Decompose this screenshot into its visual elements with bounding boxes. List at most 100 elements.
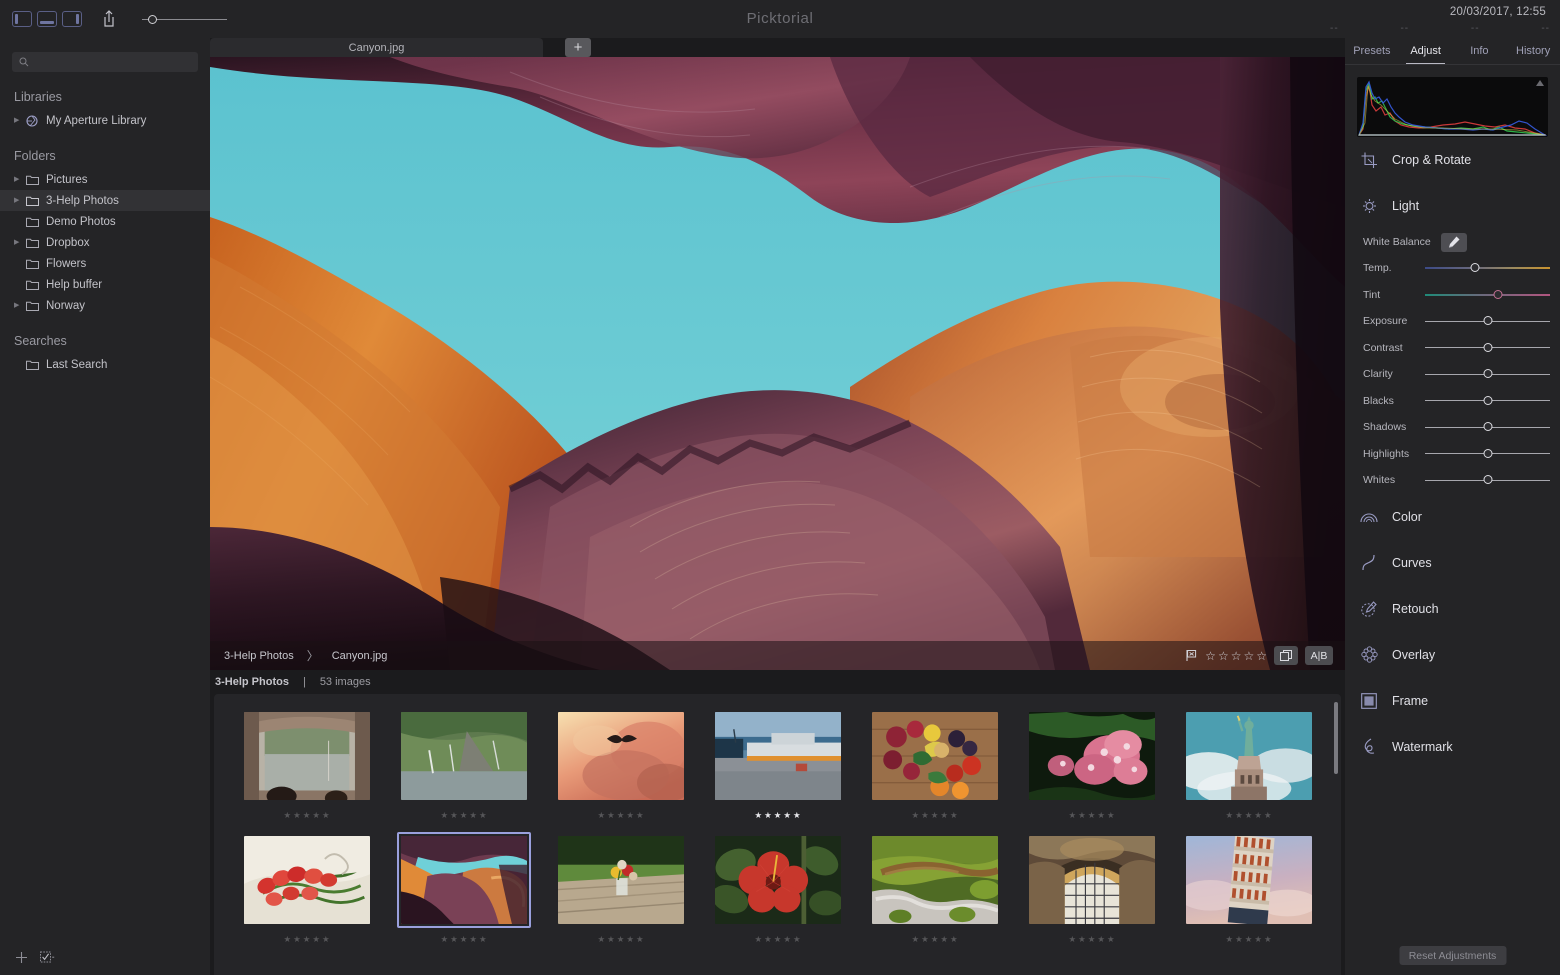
star-5[interactable]: ★: [636, 934, 644, 944]
thumbnail-cell[interactable]: ★ ★ ★ ★ ★: [1013, 708, 1170, 820]
chevron-right-icon[interactable]: ▶: [14, 197, 26, 204]
star-2[interactable]: ★: [1235, 934, 1243, 944]
star-3[interactable]: ★: [1088, 934, 1096, 944]
section-color[interactable]: Color: [1345, 494, 1560, 540]
section-watermark[interactable]: Watermark: [1345, 724, 1560, 770]
slider-track-wrap[interactable]: [1425, 262, 1550, 274]
ab-compare-button[interactable]: A|B: [1305, 646, 1333, 665]
chevron-right-icon[interactable]: ▶: [14, 239, 26, 246]
add-tab-button[interactable]: +: [565, 38, 591, 57]
star-4[interactable]: ★: [940, 934, 948, 944]
star-2[interactable]: ★: [921, 934, 929, 944]
chevron-right-icon[interactable]: ▶: [14, 302, 26, 309]
thumbnail-cell[interactable]: ★ ★ ★ ★ ★: [699, 708, 856, 820]
slider-temp[interactable]: Temp.: [1345, 255, 1560, 282]
star-3[interactable]: ★: [303, 811, 311, 820]
star-3[interactable]: ★: [617, 811, 625, 820]
thumbnail-frame-pink-blossoms[interactable]: [1025, 708, 1159, 804]
thumbnail-frame-tulips-bouquet[interactable]: [240, 832, 374, 928]
slider-knob[interactable]: [1483, 475, 1492, 485]
sidebar-item-3-help-photos[interactable]: ▶ 3-Help Photos: [0, 190, 210, 211]
search-box[interactable]: [12, 52, 198, 72]
star-5[interactable]: ★: [479, 934, 487, 944]
star-4[interactable]: ★: [312, 934, 320, 944]
thumbnail-cell[interactable]: ★ ★ ★ ★ ★: [228, 832, 385, 944]
thumbnail-rating[interactable]: ★ ★ ★ ★ ★: [1068, 811, 1114, 820]
star-5[interactable]: ☆: [1256, 650, 1267, 662]
star-4[interactable]: ★: [312, 811, 320, 820]
star-3[interactable]: ☆: [1231, 650, 1242, 662]
thumbnail-frame-statue-of-liberty[interactable]: [1182, 708, 1316, 804]
slider-highlights[interactable]: Highlights: [1345, 441, 1560, 468]
plus-icon[interactable]: [15, 951, 28, 964]
star-4[interactable]: ★: [940, 811, 948, 820]
star-4[interactable]: ★: [469, 934, 477, 944]
triangle-icon[interactable]: [1536, 80, 1544, 86]
thumbnail-cell[interactable]: ★ ★ ★ ★ ★: [542, 708, 699, 820]
star-1[interactable]: ★: [1225, 934, 1233, 944]
star-4[interactable]: ★: [626, 934, 634, 944]
tab-info[interactable]: Info: [1453, 38, 1507, 64]
star-1[interactable]: ★: [597, 934, 605, 944]
star-3[interactable]: ★: [460, 811, 468, 820]
section-light[interactable]: Light: [1345, 183, 1560, 229]
rating-stars[interactable]: ☆ ☆ ☆ ☆ ☆: [1205, 650, 1267, 662]
star-3[interactable]: ★: [1088, 811, 1096, 820]
star-4[interactable]: ★: [626, 811, 634, 820]
thumbnail-scrollbar[interactable]: [1334, 702, 1338, 774]
star-5[interactable]: ★: [322, 934, 330, 944]
star-5[interactable]: ★: [950, 934, 958, 944]
star-2[interactable]: ★: [1078, 934, 1086, 944]
thumbnail-cell[interactable]: ★ ★ ★ ★ ★: [699, 832, 856, 944]
thumbnail-frame-canyon[interactable]: [396, 831, 531, 928]
tab-adjust[interactable]: Adjust: [1399, 38, 1453, 64]
star-5[interactable]: ★: [636, 811, 644, 820]
thumbnail-rating[interactable]: ★ ★ ★ ★ ★: [597, 934, 644, 944]
star-2[interactable]: ★: [450, 934, 458, 944]
sidebar-item-dropbox[interactable]: ▶ Dropbox: [0, 232, 210, 253]
star-2[interactable]: ★: [607, 811, 615, 820]
star-5[interactable]: ★: [1264, 811, 1272, 820]
star-1[interactable]: ★: [1068, 811, 1076, 820]
thumbnail-cell[interactable]: ★ ★ ★ ★ ★: [228, 708, 385, 820]
image-viewer[interactable]: 3-Help Photos 〉 Canyon.jpg ☆ ☆ ☆ ☆ ☆ A|B: [210, 57, 1345, 670]
slider-knob[interactable]: [1483, 316, 1492, 326]
thumbnail-frame-ship-window[interactable]: [240, 708, 374, 804]
star-1[interactable]: ★: [911, 811, 919, 820]
star-1[interactable]: ★: [597, 811, 605, 820]
thumbnail-rating[interactable]: ★ ★ ★ ★ ★: [597, 811, 643, 820]
slider-track-wrap[interactable]: [1425, 342, 1550, 354]
thumbnail-frame-red-hibiscus[interactable]: [711, 832, 845, 928]
thumbnail-frame-flowers-vase-table[interactable]: [554, 832, 688, 928]
thumbnail-rating[interactable]: ★ ★ ★ ★ ★: [283, 811, 329, 820]
star-4[interactable]: ★: [469, 811, 477, 820]
star-1[interactable]: ☆: [1205, 650, 1216, 662]
tab-canyon-jpg[interactable]: Canyon.jpg: [210, 38, 543, 57]
star-2[interactable]: ★: [1235, 811, 1243, 820]
star-1[interactable]: ★: [1225, 811, 1233, 820]
star-1[interactable]: ★: [754, 934, 762, 944]
sidebar-item-norway[interactable]: ▶ Norway: [0, 295, 210, 316]
thumbnail-frame-leaning-tower-pisa[interactable]: [1182, 832, 1316, 928]
slider-knob[interactable]: [1483, 422, 1492, 432]
chevron-right-icon[interactable]: ▶: [14, 176, 26, 183]
slider-track-wrap[interactable]: [1425, 315, 1550, 327]
slider-track-wrap[interactable]: [1425, 395, 1550, 407]
slider-track-wrap[interactable]: [1425, 289, 1550, 301]
checkbox-icon[interactable]: [40, 951, 55, 964]
thumbnail-frame-cathedral-arch[interactable]: [1025, 832, 1159, 928]
star-1[interactable]: ★: [283, 811, 291, 820]
star-3[interactable]: ★: [460, 934, 468, 944]
slider-exposure[interactable]: Exposure: [1345, 308, 1560, 335]
thumbnail-cell[interactable]: ★ ★ ★ ★ ★: [1170, 832, 1327, 944]
eyedropper-icon[interactable]: [1440, 232, 1467, 252]
section-frame[interactable]: Frame: [1345, 678, 1560, 724]
star-5[interactable]: ★: [479, 811, 487, 820]
star-3[interactable]: ★: [303, 934, 311, 944]
star-1[interactable]: ★: [283, 934, 291, 944]
chevron-right-icon[interactable]: ▶: [14, 117, 26, 124]
breadcrumb-folder[interactable]: 3-Help Photos: [224, 650, 294, 662]
compare-icon[interactable]: [1274, 646, 1298, 665]
star-3[interactable]: ★: [617, 934, 625, 944]
star-1[interactable]: ★: [1068, 934, 1076, 944]
